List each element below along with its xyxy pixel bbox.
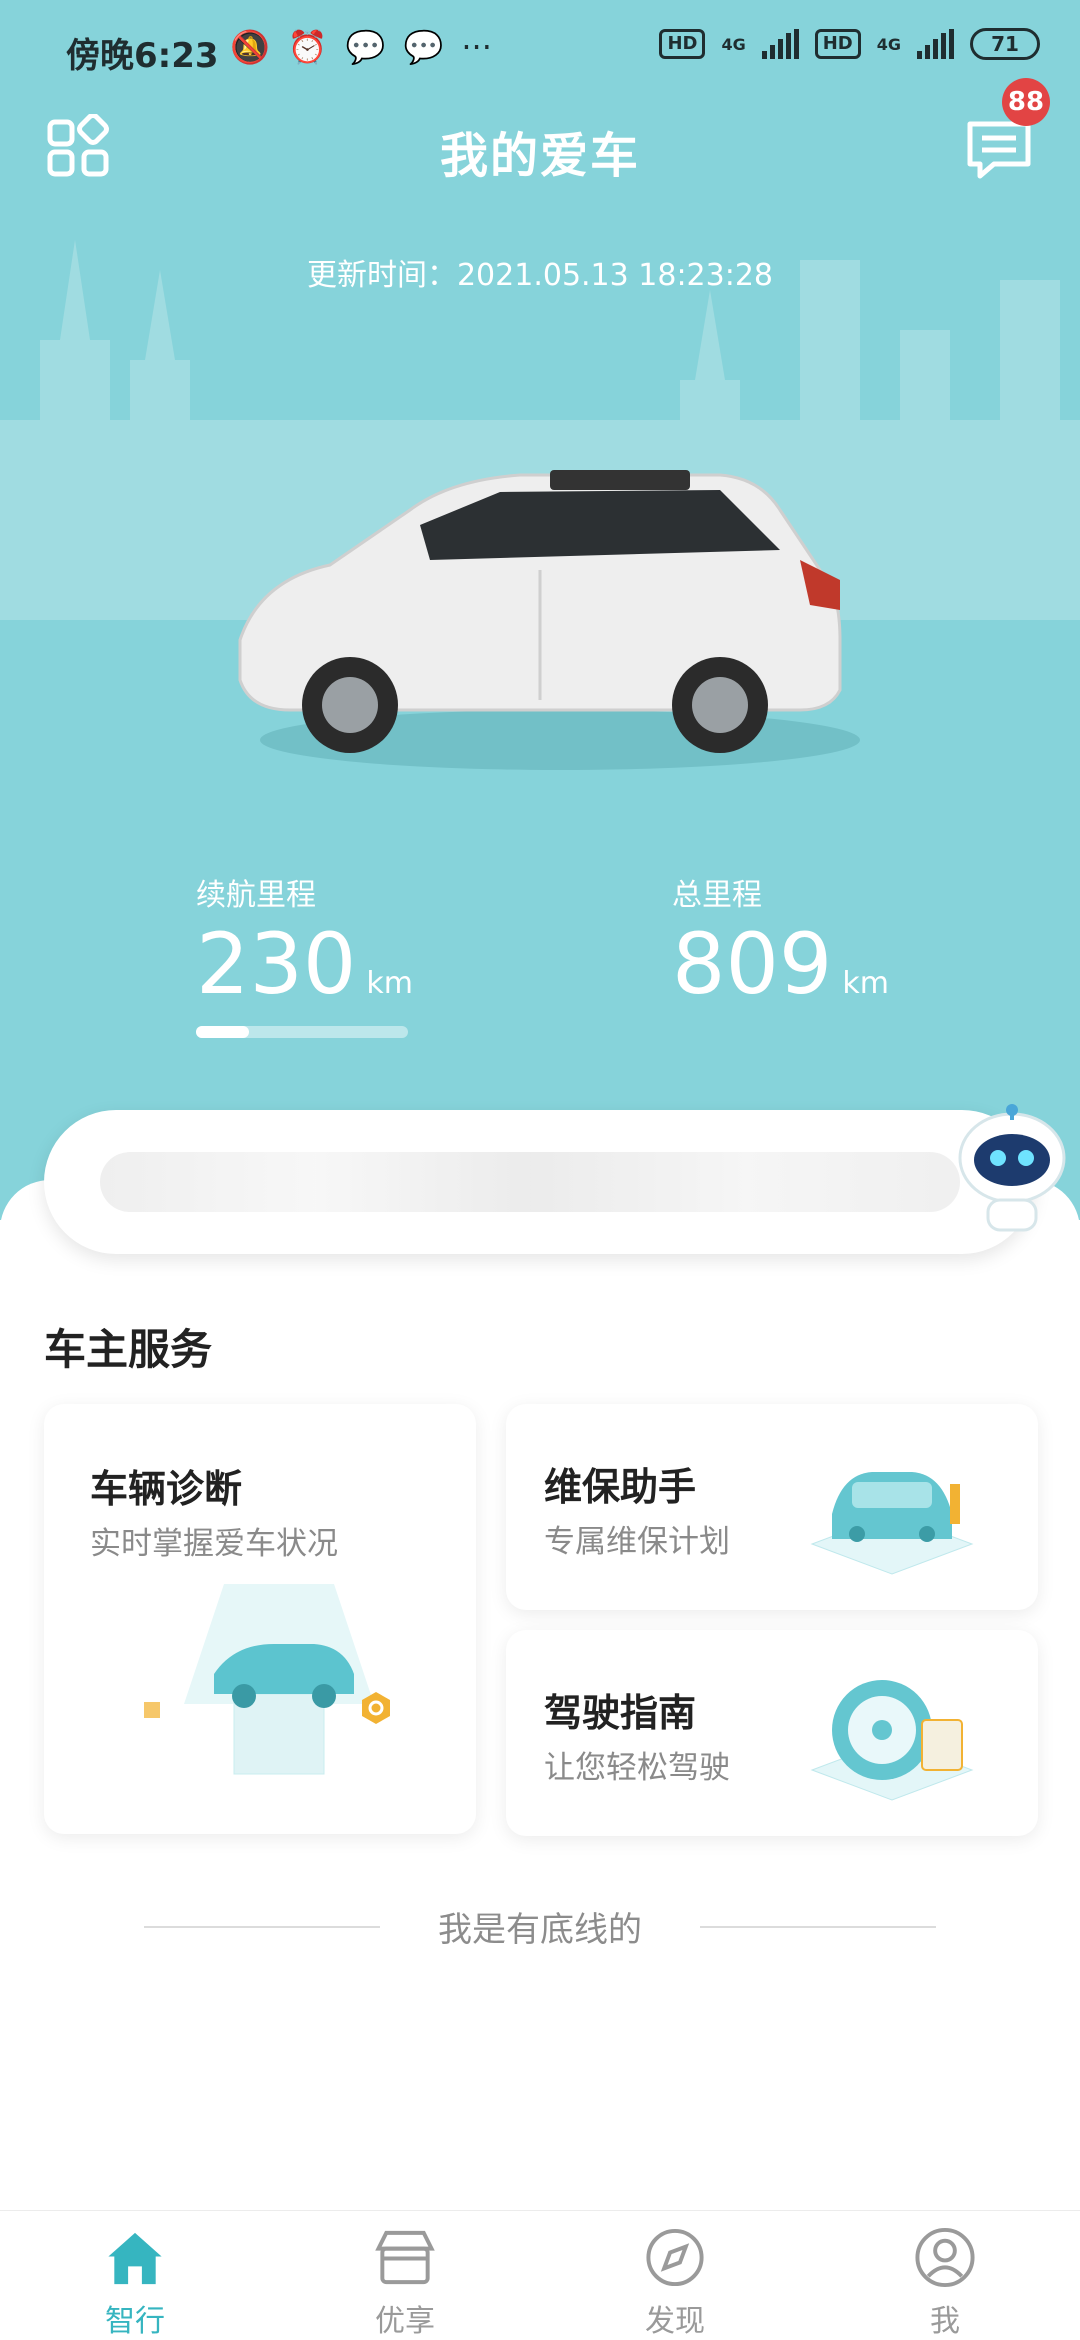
signal-icon [917, 29, 954, 59]
total-unit: km [842, 966, 889, 1001]
wechat-icon: 💬 [403, 28, 444, 66]
blurred-info [100, 1152, 960, 1212]
car-image[interactable] [200, 430, 900, 790]
tab-label: 智行 [105, 2304, 165, 2339]
hd-icon: HD [814, 29, 861, 59]
card-subtitle: 让您轻松驾驶 [544, 1750, 730, 1786]
network-type: 4G [721, 34, 746, 54]
vehicle-diagnosis-card[interactable]: 车辆诊断 实时掌握爱车状况 [44, 1404, 476, 1834]
network-type: 4G [876, 34, 901, 54]
mute-icon: 🔕 [230, 28, 270, 66]
wechat-icon: 💬 [345, 28, 386, 66]
diagnosis-illustration [144, 1584, 390, 1775]
steering-wheel-illustration [810, 1680, 974, 1801]
section-title: 车主服务 [44, 1325, 213, 1374]
total-mileage: 总里程 809 km [672, 870, 889, 1014]
system-icons: HD 4G HD 4G 71 [659, 28, 1040, 60]
shop-icon [375, 2230, 435, 2285]
total-value: 809 [672, 915, 833, 1013]
alarm-icon: ⏰ [287, 28, 328, 66]
range-label: 续航里程 [196, 878, 316, 913]
range-progress-fill [196, 1026, 249, 1038]
card-subtitle: 实时掌握爱车状况 [90, 1526, 338, 1562]
divider-right [700, 1926, 936, 1928]
update-time: 更新时间：2021.05.13 18:23:28 [306, 258, 774, 293]
page-title: 我的爱车 [439, 128, 640, 184]
range-unit: km [366, 966, 413, 1001]
card-subtitle: 专属维保计划 [544, 1524, 730, 1560]
maintenance-illustration [810, 1472, 974, 1575]
range-progress-bar [196, 1026, 408, 1038]
tab-wo[interactable]: 我 [810, 2211, 1080, 2340]
card-title: 维保助手 [544, 1465, 697, 1509]
signal-icon [761, 29, 799, 59]
status-bar: 傍晚6:23 🔕 ⏰ 💬 💬 ··· HD 4G HD 4G 71 [0, 0, 1080, 100]
hd-icon: HD [659, 29, 706, 59]
tab-label: 我 [930, 2304, 960, 2339]
tab-youxiang[interactable]: 优享 [270, 2211, 540, 2340]
notification-icons: 🔕 ⏰ 💬 💬 ··· [230, 28, 492, 66]
range-value: 230 [196, 915, 357, 1013]
range-mileage: 续航里程 230 km [196, 870, 413, 1014]
more-icon: ··· [461, 28, 492, 66]
battery-icon: 71 [970, 28, 1040, 60]
tab-label: 发现 [645, 2304, 705, 2339]
top-header: 我的爱车 [0, 100, 1080, 190]
robot-assistant-icon[interactable] [950, 1100, 1074, 1240]
compass-icon [646, 2228, 704, 2287]
bottom-tab-bar: 智行 优享 发现 我 [0, 2210, 1080, 2340]
user-icon [915, 2227, 975, 2288]
tab-zhixing[interactable]: 智行 [0, 2211, 270, 2340]
message-count-badge: 88 [1002, 78, 1050, 126]
card-title: 车辆诊断 [90, 1467, 243, 1511]
card-title: 驾驶指南 [544, 1691, 697, 1735]
maintenance-assistant-card[interactable]: 维保助手 专属维保计划 [506, 1404, 1038, 1610]
total-label: 总里程 [672, 878, 762, 913]
driving-guide-card[interactable]: 驾驶指南 让您轻松驾驶 [506, 1630, 1038, 1836]
tab-faxian[interactable]: 发现 [540, 2211, 810, 2340]
tab-label: 优享 [375, 2304, 435, 2339]
home-icon [108, 2232, 162, 2285]
vehicle-info-pill[interactable] [44, 1110, 1034, 1254]
status-time: 傍晚6:23 [66, 36, 219, 76]
